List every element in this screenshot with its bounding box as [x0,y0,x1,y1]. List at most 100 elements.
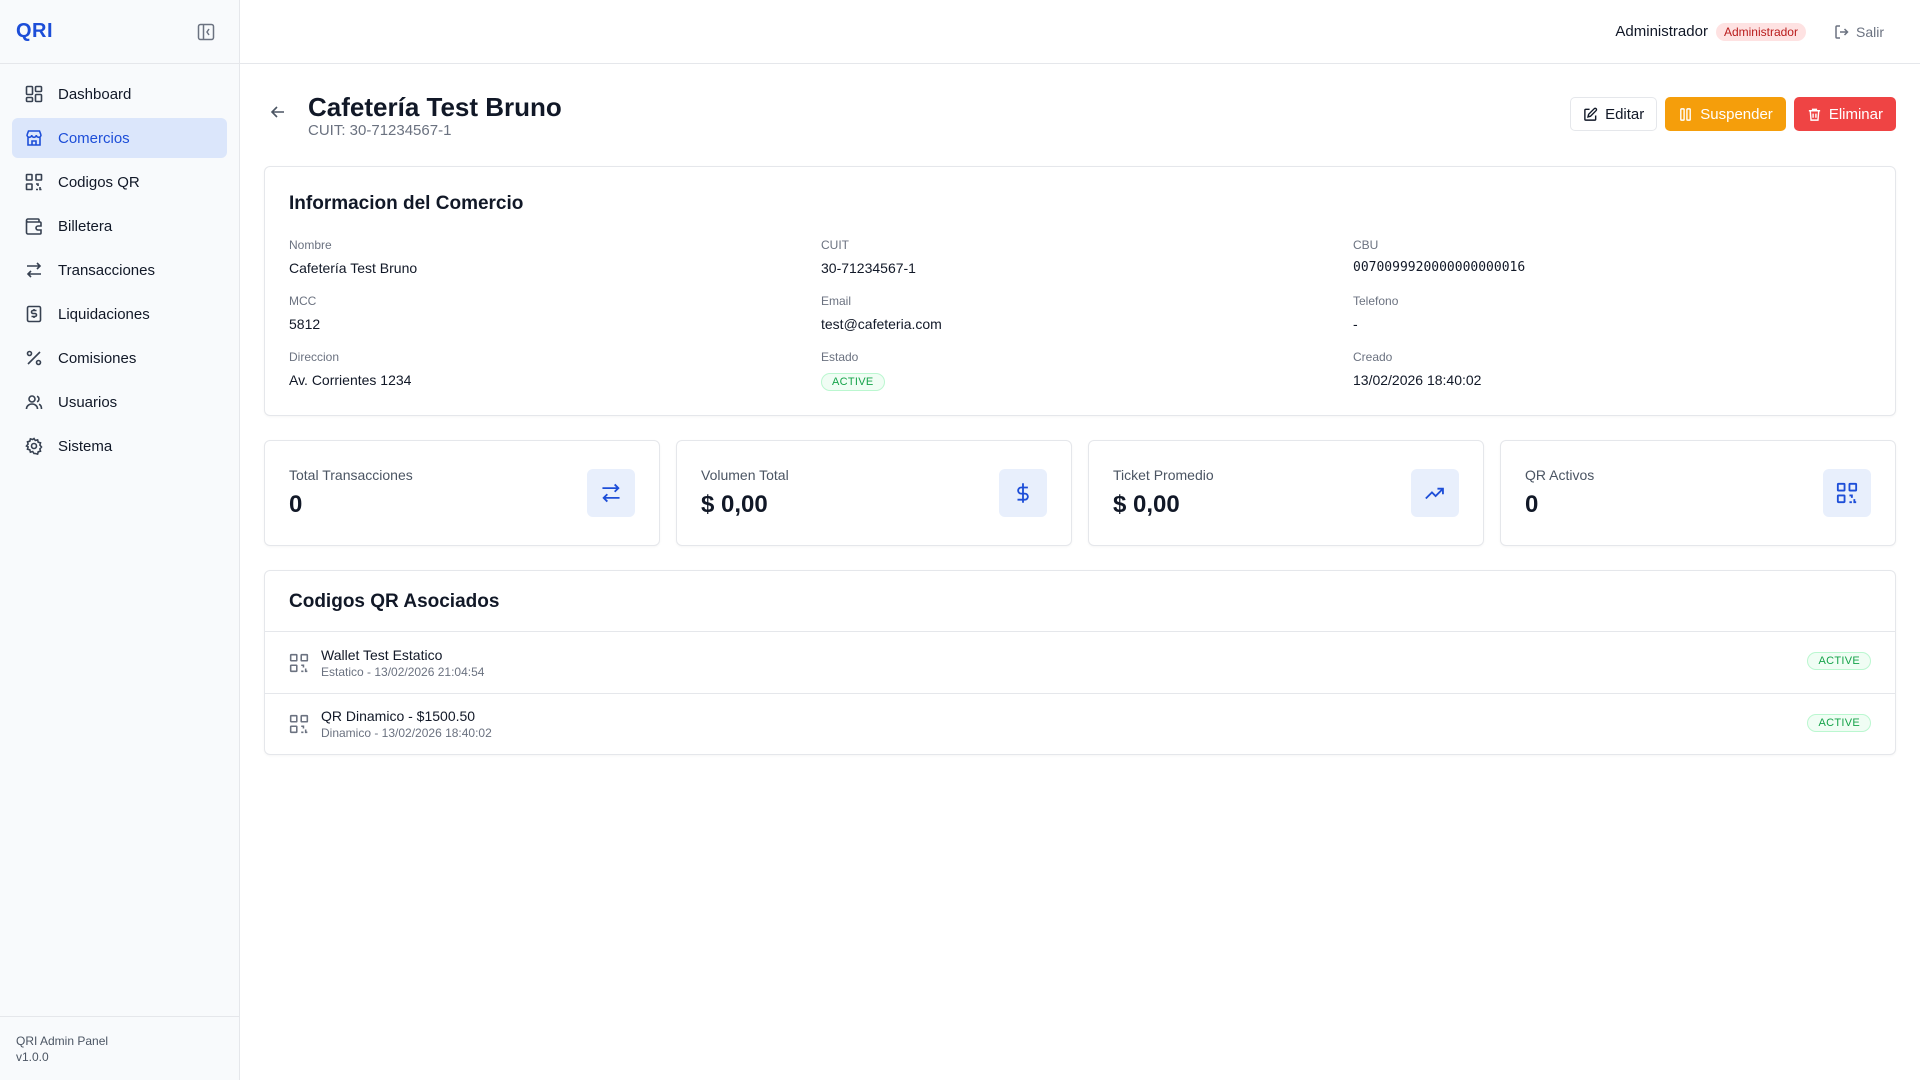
field-value-wrapper: ACTIVE [821,372,1353,391]
merchant-info-card: Informacion del Comercio Nombre Cafeterí… [264,166,1896,416]
edit-button[interactable]: Editar [1570,97,1658,131]
qr-codes-card: Codigos QR Asociados Wallet Test Estatic… [264,570,1896,755]
app-logo[interactable]: QRI [16,20,53,43]
page-actions: Editar Suspender Eliminar [1570,97,1896,131]
field-value: - [1353,316,1358,332]
trash-icon [1808,108,1820,121]
field-label: Email [821,294,852,308]
stat-label: Volumen Total [701,467,789,483]
qr-code-icon [289,653,309,673]
store-icon [24,128,44,148]
stat-card-qr-activos: QR Activos 0 [1500,440,1896,546]
edit-label: Editar [1605,105,1645,123]
transfer-icon [587,469,635,517]
sidebar-item-dashboard[interactable]: Dashboard [12,74,227,114]
sidebar-item-label: Transacciones [58,261,155,279]
stat-label: Total Transacciones [289,467,413,483]
field-value: 30-71234567-1 [821,260,916,276]
sidebar-header: QRI [0,0,239,64]
logout-icon [1835,24,1849,39]
sidebar-item-label: Usuarios [58,393,118,411]
qr-code-icon [1823,469,1871,517]
sidebar-item-codigos-qr[interactable]: Codigos QR [12,162,227,202]
transfer-icon [24,260,44,280]
gear-icon [24,436,44,456]
role-badge: Administrador [1715,22,1806,41]
sidebar-item-billetera[interactable]: Billetera [12,206,227,246]
stat-value: 0 [1525,491,1539,518]
page-subtitle: CUIT: 30-71234567-1 [308,122,452,139]
user-name: Administrador [1615,23,1708,40]
qr-item-text: Wallet Test Estatico Estatico - 13/02/20… [321,647,484,679]
sidebar-item-sistema[interactable]: Sistema [12,426,227,466]
field-value: 0070099920000000000016 [1353,260,1526,275]
wallet-icon [24,216,44,236]
sidebar-item-comisiones[interactable]: Comisiones [12,338,227,378]
field-label: Creado [1353,350,1393,364]
sidebar-item-label: Comisiones [58,349,137,367]
stat-card-volumen: Volumen Total $ 0,00 [676,440,1072,546]
field-label: Nombre [289,238,332,252]
field-value: 13/02/2026 18:40:02 [1353,372,1482,388]
field-telefono: Telefono - [1353,294,1871,334]
qr-item-text: QR Dinamico - $1500.50 Dinamico - 13/02/… [321,708,492,740]
sidebar-item-comercios[interactable]: Comercios [12,118,227,158]
main-content: Cafetería Test Bruno CUIT: 30-71234567-1… [264,64,1896,755]
sidebar-footer: QRI Admin Panel v1.0.0 [0,1016,239,1080]
sidebar-item-label: Dashboard [58,85,132,103]
users-icon [24,392,44,412]
delete-button[interactable]: Eliminar [1793,97,1896,131]
field-value: 5812 [289,316,321,332]
stat-card-transacciones: Total Transacciones 0 [264,440,660,546]
field-value: Cafetería Test Bruno [289,260,418,276]
field-estado: Estado ACTIVE [821,350,1353,391]
field-label: Direccion [289,350,340,364]
sidebar-item-label: Sistema [58,437,113,455]
list-item[interactable]: QR Dinamico - $1500.50 Dinamico - 13/02/… [265,693,1895,754]
page-header: Cafetería Test Bruno CUIT: 30-71234567-1… [264,64,1896,166]
logout-button[interactable]: Salir [1834,24,1884,40]
field-mcc: MCC 5812 [289,294,821,334]
field-nombre: Nombre Cafetería Test Bruno [289,238,821,278]
sidebar-item-label: Codigos QR [58,173,140,191]
qr-item-name: Wallet Test Estatico [321,646,443,663]
qr-item-name: QR Dinamico - $1500.50 [321,708,476,724]
sidebar-item-liquidaciones[interactable]: Liquidaciones [12,294,227,334]
app-version-label: v1.0.0 [16,1050,49,1064]
receipt-icon [24,304,44,324]
suspend-button[interactable]: Suspender [1665,97,1786,131]
collapse-sidebar-icon[interactable] [195,21,217,43]
back-arrow-icon[interactable] [268,102,290,124]
field-label: MCC [289,294,317,308]
stat-label: QR Activos [1525,467,1595,483]
sidebar-item-usuarios[interactable]: Usuarios [12,382,227,422]
dollar-icon [999,469,1047,517]
field-email: Email test@cafeteria.com [821,294,1353,334]
list-item[interactable]: Wallet Test Estatico Estatico - 13/02/20… [265,632,1895,693]
field-value: Av. Corrientes 1234 [289,372,412,388]
trending-up-icon [1411,469,1459,517]
field-label: CBU [1353,238,1379,252]
field-label: Estado [821,350,859,364]
logout-label: Salir [1855,23,1884,40]
field-direccion: Direccion Av. Corrientes 1234 [289,350,821,390]
field-label: CUIT [821,238,849,252]
status-badge: ACTIVE [821,373,885,391]
status-badge: ACTIVE [1807,714,1871,732]
percent-icon [24,348,44,368]
stat-label: Ticket Promedio [1113,467,1214,483]
app-name-label: QRI Admin Panel [16,1034,109,1048]
page-title: Cafetería Test Bruno [308,92,562,122]
pause-icon [1680,107,1692,121]
dashboard-icon [24,84,44,104]
stat-value: 0 [289,491,303,518]
status-badge: ACTIVE [1807,652,1871,670]
qr-code-icon [24,172,44,192]
qr-item-meta: Dinamico - 13/02/2026 18:40:02 [321,726,492,740]
delete-label: Eliminar [1828,105,1883,123]
stats-row: Total Transacciones 0 Volumen Total $ 0,… [264,440,1896,546]
sidebar-nav: Dashboard Comercios Codigos QR Billetera… [0,64,239,480]
sidebar-item-transacciones[interactable]: Transacciones [12,250,227,290]
edit-icon [1584,107,1598,121]
sidebar-item-label: Liquidaciones [58,305,150,323]
